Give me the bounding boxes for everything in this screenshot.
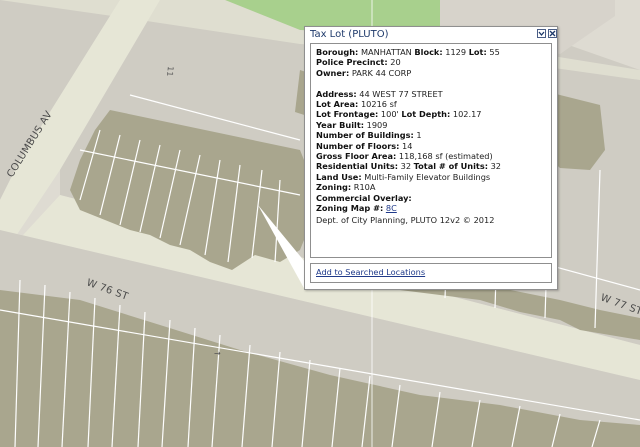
label-lot: Lot:: [468, 47, 487, 57]
label-num-floors: Number of Floors:: [316, 140, 400, 151]
label-zoning: Zoning:: [316, 182, 352, 193]
value-total-units: 32: [490, 161, 502, 172]
value-land-use: Multi-Family Elevator Buildings: [364, 171, 491, 182]
one-way-arrow-icon: →: [214, 349, 221, 358]
value-lot-depth: 102.17: [452, 109, 482, 120]
lot-info-box: Borough: MANHATTAN Block: 1129 Lot: 55 P…: [310, 43, 552, 258]
action-box: Add to Searched Locations: [310, 263, 552, 283]
value-residential-units: 32: [400, 161, 412, 172]
minimize-button[interactable]: [537, 29, 546, 38]
value-lot: 55: [489, 47, 500, 57]
add-to-searched-locations-link[interactable]: Add to Searched Locations: [316, 267, 425, 277]
value-borough: MANHATTAN: [360, 47, 412, 57]
label-zoning-map: Zoning Map #:: [316, 203, 384, 214]
row-address: Address: 44 WEST 77 STREET: [316, 89, 547, 99]
row-land-use: Land Use: Multi-Family Elevator Building…: [316, 172, 547, 182]
label-residential-units: Residential Units:: [316, 161, 399, 172]
label-borough: Borough:: [316, 47, 359, 57]
chevron-down-icon: [538, 31, 545, 37]
label-lot-frontage: Lot Frontage:: [316, 109, 379, 120]
row-borough-block-lot: Borough: MANHATTAN Block: 1129 Lot: 55: [316, 47, 547, 57]
label-total-units: Total # of Units:: [413, 161, 488, 172]
value-lot-frontage: 100': [380, 109, 399, 120]
row-precinct: Police Precinct: 20: [316, 57, 547, 67]
value-zoning: R10A: [353, 182, 376, 193]
value-lot-area: 10216 sf: [360, 99, 397, 110]
row-owner: Owner: PARK 44 CORP: [316, 68, 547, 78]
map-mark: 11: [165, 66, 175, 77]
label-lot-area: Lot Area:: [316, 99, 359, 110]
row-lot-area: Lot Area: 10216 sf: [316, 99, 547, 109]
value-owner: PARK 44 CORP: [351, 67, 412, 78]
label-num-buildings: Number of Buildings:: [316, 130, 414, 141]
row-zoning-map: Zoning Map #: 8C: [316, 203, 547, 213]
value-address: 44 WEST 77 STREET: [359, 88, 443, 99]
popup-header: Tax Lot (PLUTO): [305, 27, 557, 43]
row-commercial-overlay: Commercial Overlay:: [316, 193, 547, 203]
label-commercial-overlay: Commercial Overlay:: [316, 192, 412, 203]
label-precinct: Police Precinct:: [316, 57, 388, 68]
tax-lot-popup: Tax Lot (PLUTO) Borough: MANHATTAN Block…: [304, 26, 558, 290]
label-year-built: Year Built:: [316, 119, 365, 130]
value-num-buildings: 1: [416, 130, 422, 141]
close-icon: [549, 30, 556, 37]
row-units: Residential Units: 32 Total # of Units: …: [316, 161, 547, 171]
label-lot-depth: Lot Depth:: [401, 109, 451, 120]
row-gross-floor-area: Gross Floor Area: 118,168 sf (estimated): [316, 151, 547, 161]
label-owner: Owner:: [316, 67, 350, 78]
row-year-built: Year Built: 1909: [316, 120, 547, 130]
label-land-use: Land Use:: [316, 171, 362, 182]
row-lot-frontage-depth: Lot Frontage: 100' Lot Depth: 102.17: [316, 109, 547, 119]
value-gross-floor-area: 118,168 sf (estimated): [398, 151, 493, 162]
value-precinct: 20: [390, 57, 401, 68]
label-block: Block:: [414, 47, 443, 57]
label-gross-floor-area: Gross Floor Area:: [316, 151, 397, 162]
source-credit: Dept. of City Planning, PLUTO 12v2 © 201…: [316, 215, 495, 226]
zoning-map-link[interactable]: 8C: [386, 203, 397, 213]
value-year-built: 1909: [366, 119, 388, 130]
row-num-floors: Number of Floors: 14: [316, 141, 547, 151]
value-num-floors: 14: [402, 140, 413, 151]
row-zoning: Zoning: R10A: [316, 182, 547, 192]
close-button[interactable]: [548, 29, 557, 38]
popup-title: Tax Lot (PLUTO): [310, 29, 389, 40]
row-num-buildings: Number of Buildings: 1: [316, 130, 547, 140]
label-address: Address:: [316, 88, 357, 99]
value-block: 1129: [445, 47, 467, 57]
